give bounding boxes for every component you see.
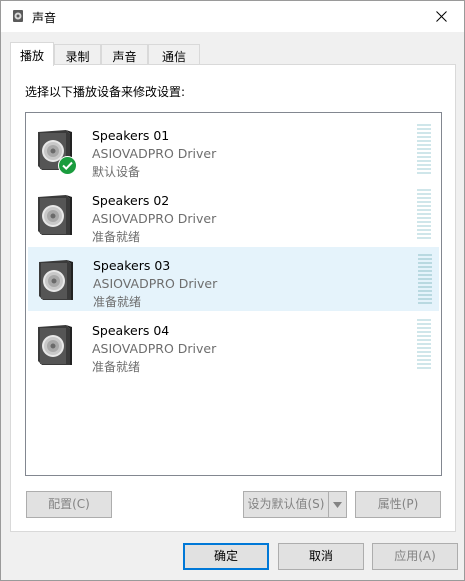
- device-driver: ASIOVADPRO Driver: [92, 146, 217, 161]
- device-item-selected[interactable]: Speakers 03 ASIOVADPRO Driver 准备就绪: [28, 247, 439, 311]
- close-icon: [435, 11, 447, 22]
- speaker-device-icon: [39, 260, 73, 300]
- cancel-button[interactable]: 取消: [278, 543, 364, 570]
- device-name: Speakers 03: [93, 258, 171, 273]
- device-name: Speakers 01: [92, 128, 170, 143]
- title-bar: 声音: [1, 1, 464, 32]
- tab-playback[interactable]: 播放: [10, 42, 54, 66]
- set-default-button[interactable]: 设为默认值(S): [243, 491, 329, 518]
- volume-meter: [417, 124, 431, 176]
- default-check-icon: [58, 156, 77, 175]
- volume-meter: [418, 254, 432, 306]
- device-name: Speakers 04: [92, 323, 170, 338]
- device-driver: ASIOVADPRO Driver: [93, 276, 218, 291]
- tab-recording[interactable]: 录制: [54, 44, 101, 65]
- prompt-label: 选择以下播放设备来修改设置:: [25, 85, 186, 99]
- device-item[interactable]: Speakers 02 ASIOVADPRO Driver 准备就绪: [28, 183, 439, 247]
- properties-button[interactable]: 属性(P): [355, 491, 441, 518]
- device-status: 准备就绪: [93, 295, 142, 309]
- device-status: 准备就绪: [92, 230, 141, 244]
- speaker-device-icon: [38, 195, 72, 235]
- speaker-icon: [13, 10, 23, 22]
- tab-communications[interactable]: 通信: [148, 44, 200, 65]
- configure-button[interactable]: 配置(C): [26, 491, 112, 518]
- tab-sounds[interactable]: 声音: [101, 44, 148, 65]
- ok-button[interactable]: 确定: [183, 543, 269, 570]
- apply-button[interactable]: 应用(A): [372, 543, 458, 570]
- device-name: Speakers 02: [92, 193, 170, 208]
- close-button[interactable]: [418, 1, 464, 32]
- device-driver: ASIOVADPRO Driver: [92, 341, 217, 356]
- playback-panel: 选择以下播放设备来修改设置: Speakers 01 ASIOVADPRO Dr…: [10, 64, 456, 532]
- window-title: 声音: [32, 11, 57, 25]
- volume-meter: [417, 319, 431, 371]
- device-item[interactable]: Speakers 04 ASIOVADPRO Driver 准备就绪: [28, 313, 439, 377]
- device-list[interactable]: Speakers 01 ASIOVADPRO Driver 默认设备 Speak…: [25, 112, 442, 476]
- speaker-device-icon: [38, 325, 72, 365]
- volume-meter: [417, 189, 431, 241]
- chevron-down-icon: [333, 502, 342, 508]
- device-status: 准备就绪: [92, 360, 141, 374]
- device-driver: ASIOVADPRO Driver: [92, 211, 217, 226]
- sound-dialog: 声音 播放 录制 声音 通信 选择以下播放设备来修改设置: Speakers 0…: [0, 0, 465, 581]
- set-default-dropdown[interactable]: [329, 491, 347, 518]
- device-status: 默认设备: [92, 165, 141, 179]
- device-item[interactable]: Speakers 01 ASIOVADPRO Driver 默认设备: [28, 118, 439, 182]
